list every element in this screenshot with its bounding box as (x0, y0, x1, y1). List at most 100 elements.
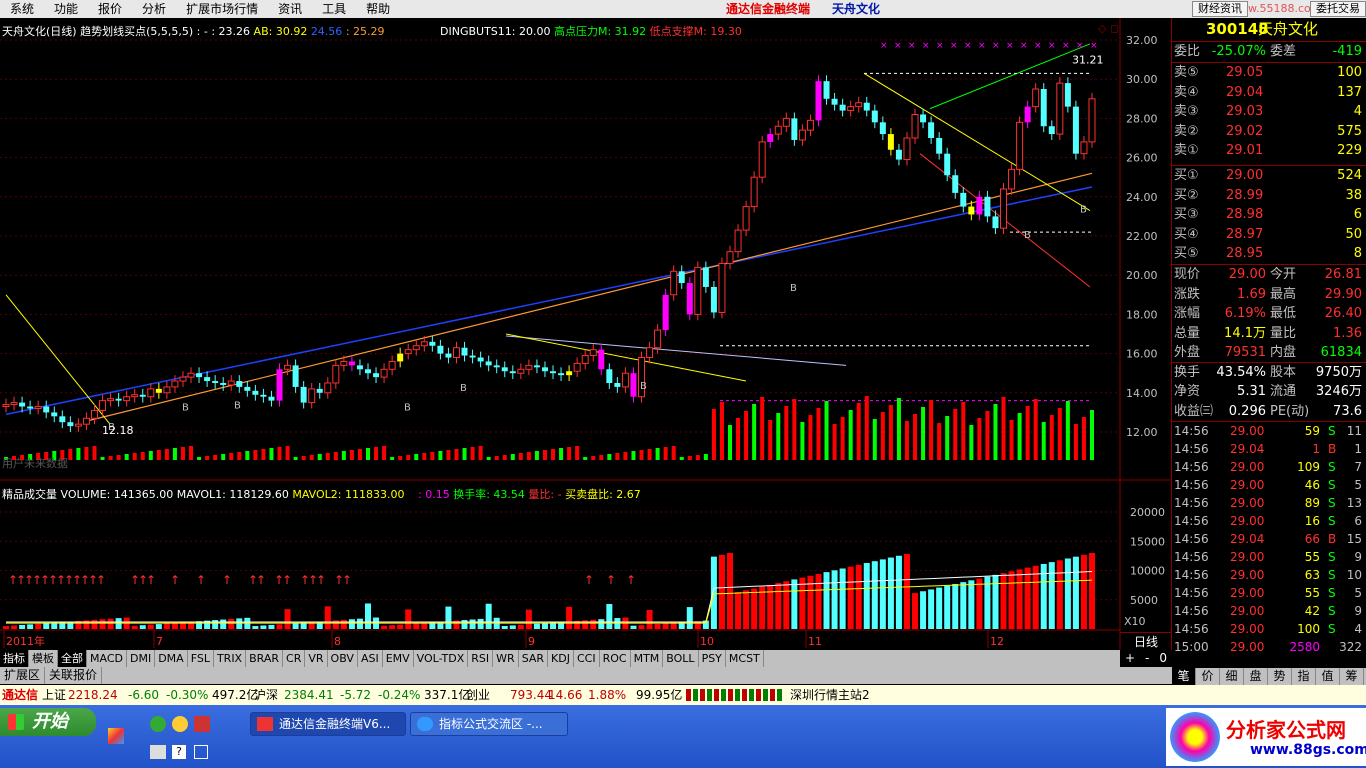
panel-tab[interactable]: 价 (1196, 668, 1220, 685)
indicator-tab[interactable]: ASI (358, 650, 383, 667)
price-panel-vol-bar (744, 411, 749, 460)
buy-marker: B (1024, 230, 1031, 241)
menu-analysis[interactable]: 分析 (132, 0, 176, 18)
price-panel-vol-bar (140, 452, 145, 460)
panel-tab[interactable]: 指 (1292, 668, 1316, 685)
sell-row[interactable]: 卖④ 29.04 137 (1172, 83, 1366, 102)
panel-tab[interactable]: 细 (1220, 668, 1244, 685)
candle-body (871, 110, 878, 123)
candle-body (670, 270, 678, 296)
desktop-icon[interactable] (108, 728, 124, 744)
tick-direction: B (1328, 442, 1337, 456)
indicator-tab[interactable]: RSI (468, 650, 494, 667)
indicator-tab[interactable]: SAR (519, 650, 549, 667)
price-panel-vol-bar (1057, 408, 1062, 460)
buy-row[interactable]: 买⑤ 28.95 8 (1172, 244, 1366, 263)
panel-tab[interactable]: 值 (1316, 668, 1340, 685)
zoom-reset-button[interactable]: 0 (1159, 650, 1167, 667)
indicator-tab[interactable]: KDJ (548, 650, 574, 667)
sell-row[interactable]: 卖① 29.01 229 (1172, 141, 1366, 160)
task-tdx[interactable]: 通达信金融终端V6... (250, 712, 406, 736)
buy-price: 28.95 (1226, 246, 1264, 261)
indicator-tab[interactable]: TRIX (214, 650, 247, 667)
indicator-tab[interactable]: DMA (155, 650, 188, 667)
indicator-tab[interactable]: VR (305, 650, 328, 667)
app-icon[interactable] (194, 716, 210, 732)
menu-quote[interactable]: 报价 (88, 0, 132, 18)
zoom-in-button[interactable]: + (1125, 650, 1135, 667)
indicator-tab[interactable]: EMV (383, 650, 414, 667)
cy-change: 14.66 (548, 688, 583, 702)
menu-system[interactable]: 系统 (0, 0, 44, 18)
menu-help[interactable]: 帮助 (356, 0, 400, 18)
buy-row[interactable]: 买③ 28.98 6 (1172, 205, 1366, 224)
sell-row[interactable]: 卖⑤ 29.05 100 (1172, 63, 1366, 82)
volume-bar (501, 625, 508, 629)
related-quote-tab[interactable]: 关联报价 (45, 667, 103, 684)
menu-function[interactable]: 功能 (44, 0, 88, 18)
panel-tab[interactable]: 势 (1268, 668, 1292, 685)
menu-ext-market[interactable]: 扩展市场行情 (176, 0, 268, 18)
buy-volume: 50 (1345, 226, 1362, 242)
indicator-tab[interactable]: FSL (188, 650, 214, 667)
indicator-tab[interactable]: VOL-TDX (414, 650, 469, 667)
tick-time: 14:56 (1174, 622, 1209, 636)
task-forum-label: 指标公式交流区 -... (439, 717, 543, 731)
indicator-tab[interactable]: OBV (328, 650, 358, 667)
indicator-tab[interactable]: MTM (631, 650, 664, 667)
indicator-tab[interactable]: MCST (726, 650, 764, 667)
task-forum[interactable]: 指标公式交流区 -... (410, 712, 568, 736)
ext-area-tab[interactable]: 扩展区 (0, 667, 46, 684)
volume-bar (984, 576, 991, 629)
zoom-out-button[interactable]: - (1145, 650, 1149, 667)
volume-bar (743, 590, 750, 629)
indicator-tab[interactable]: MACD (87, 650, 127, 667)
news-button[interactable]: 财经资讯 (1192, 1, 1248, 17)
sell-row[interactable]: 卖③ 29.03 4 (1172, 102, 1366, 121)
sell-row[interactable]: 卖② 29.02 575 (1172, 122, 1366, 141)
candle-body (51, 412, 58, 417)
indicator-tab[interactable]: 模板 (29, 650, 58, 667)
buy-row[interactable]: 买④ 28.97 50 (1172, 225, 1366, 244)
time-label: 9 (528, 635, 535, 648)
volume-bar (735, 592, 742, 629)
menu-info[interactable]: 资讯 (268, 0, 312, 18)
panel-tab[interactable]: 筹 (1340, 668, 1364, 685)
ie-icon[interactable] (172, 716, 188, 732)
panel-tab[interactable]: 盘 (1244, 668, 1268, 685)
kline-chart[interactable]: ↑ ↑ ↑ ↑ ↑ ↑ ↑ ↑ ↑ ↑ ↑ ↑ ↑ ↑ ↑ ↑ ↑ ↑ ↑ ↑ ↑ ↑ ↑ ↑ ↑ ↑ ↑ ↑ ↑ ↑ 32.00 30.0… (0, 18, 1172, 650)
server-name[interactable]: 深圳行情主站2 (790, 685, 870, 705)
indicator-tab[interactable]: DMI (127, 650, 156, 667)
indicator-tab[interactable]: WR (493, 650, 519, 667)
sz-value: 2384.41 (284, 688, 334, 702)
corner-icons[interactable]: ◇ ◻ (1098, 22, 1119, 35)
tick-direction: S (1328, 496, 1336, 510)
indicator-tab[interactable]: CR (283, 650, 306, 667)
buy-row[interactable]: 买② 28.99 38 (1172, 186, 1366, 205)
indicator-tab[interactable]: PSY (699, 650, 726, 667)
indicator-tab[interactable]: 全部 (58, 650, 87, 667)
window-icon[interactable] (194, 745, 208, 759)
sell-volume: 575 (1337, 123, 1362, 139)
buy-row[interactable]: 买① 29.00 524 (1172, 166, 1366, 185)
indicator-tab[interactable]: 指标 (0, 650, 29, 667)
indicator-tab[interactable]: BRAR (246, 650, 284, 667)
menu-tools[interactable]: 工具 (312, 0, 356, 18)
volume-bar (541, 623, 548, 629)
help-icon[interactable]: ? (172, 745, 186, 759)
stat-label: 涨跌 (1174, 286, 1201, 302)
indicator-tab[interactable]: ROC (600, 650, 631, 667)
indicator-tab[interactable]: CCI (574, 650, 600, 667)
trade-button[interactable]: 委托交易 (1310, 1, 1366, 17)
price-panel-vol-bar (390, 457, 395, 460)
start-button[interactable]: 开始 (0, 708, 96, 736)
panel-tab[interactable]: 笔 (1172, 668, 1196, 685)
period-label[interactable]: 日线 (1120, 632, 1172, 650)
browser-icon[interactable] (150, 716, 166, 732)
price-panel-vol-bar (197, 457, 202, 460)
keyboard-icon[interactable] (150, 745, 166, 759)
buy-marker: B (790, 283, 797, 294)
price-panel-vol-bar (977, 418, 982, 460)
stat-value-2: 61834 (1320, 345, 1362, 360)
indicator-tab[interactable]: BOLL (663, 650, 699, 667)
